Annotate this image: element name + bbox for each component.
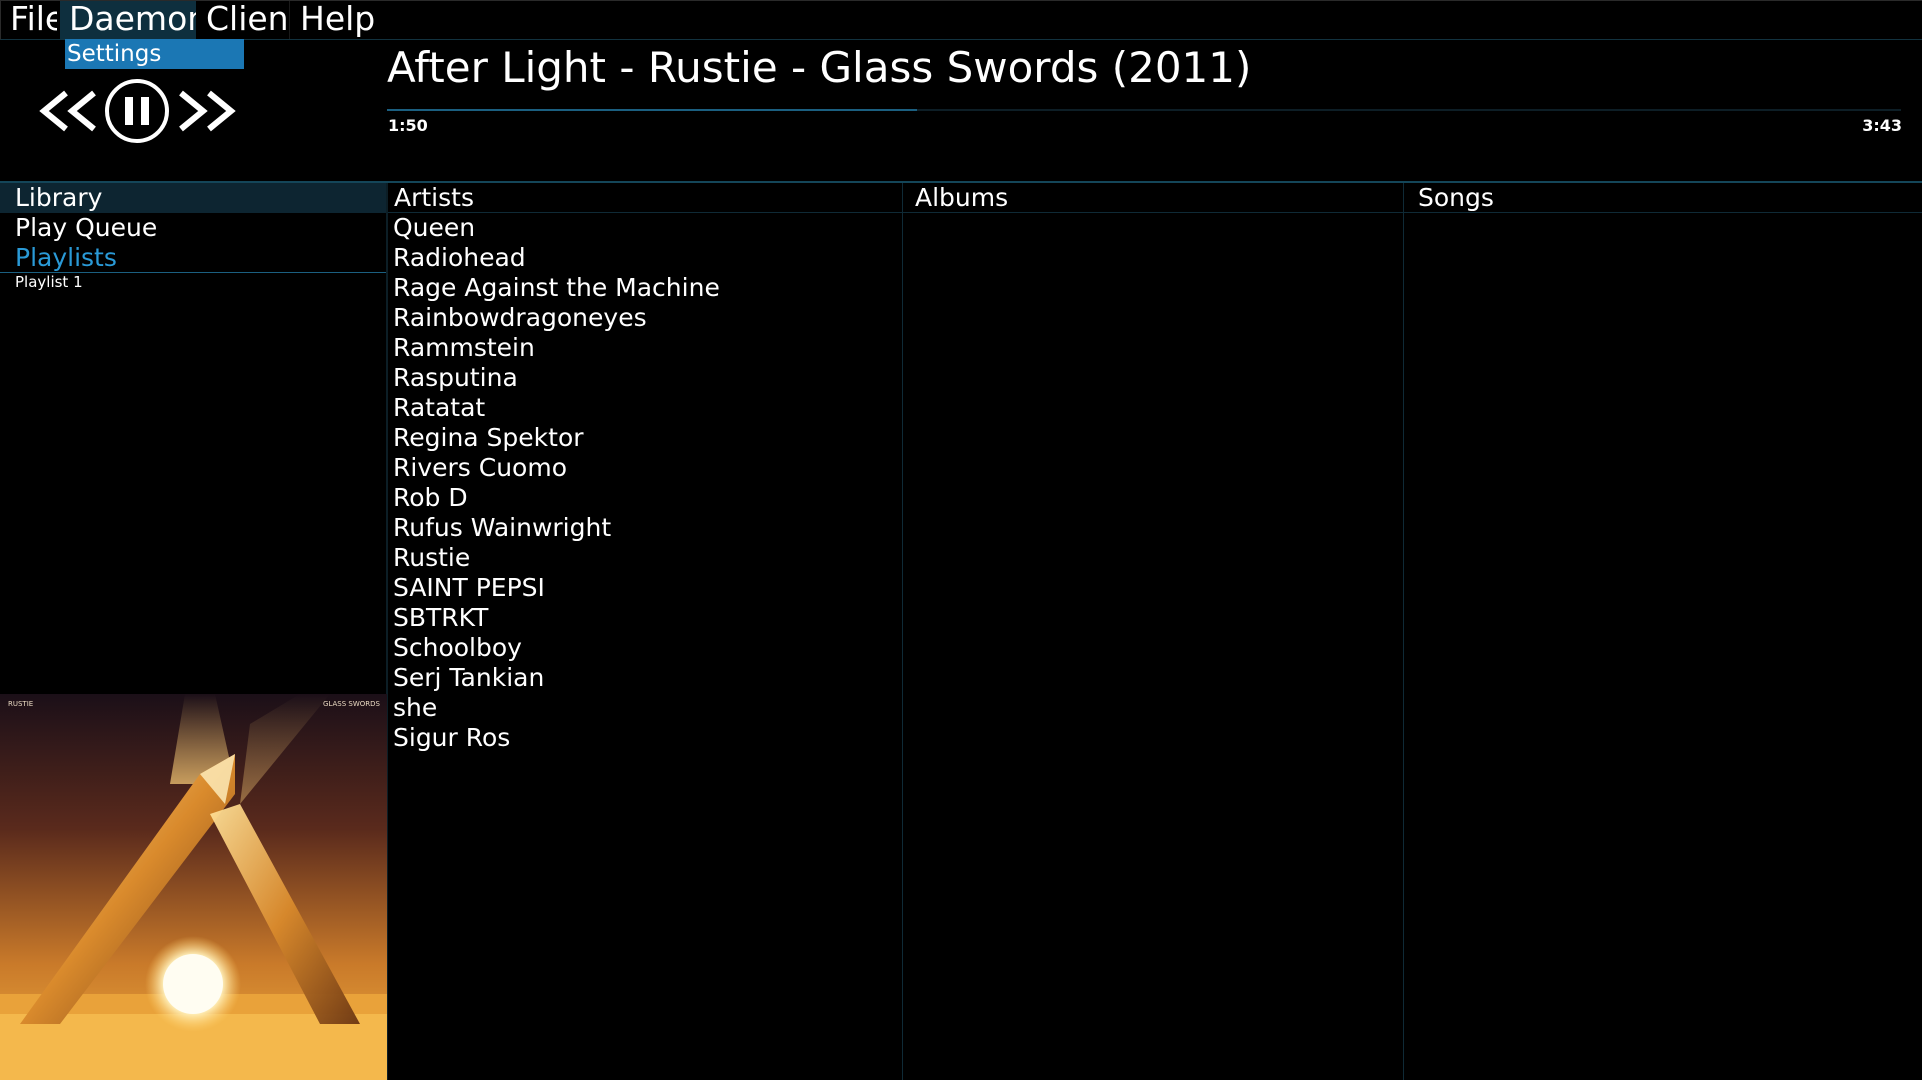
menu-bar: File Daemon Client Help bbox=[0, 0, 1922, 40]
album-art-artist-text: RUSTIE bbox=[8, 700, 33, 708]
artist-list-item[interactable]: Schoolboy bbox=[387, 633, 901, 663]
artists-list: Queen Radiohead Rage Against the Machine Ra… bbox=[387, 213, 901, 753]
menu-settings-item[interactable]: Settings bbox=[65, 39, 244, 69]
artist-list-item[interactable]: Queen bbox=[387, 213, 901, 243]
artist-list-item[interactable]: Rage Against the Machine bbox=[387, 273, 901, 303]
column-header-albums[interactable]: Albums bbox=[903, 183, 1403, 213]
artist-list-item[interactable]: SAINT PEPSI bbox=[387, 573, 901, 603]
album-art-album-text: GLASS SWORDS bbox=[323, 700, 381, 708]
column-separator bbox=[1403, 183, 1404, 1080]
menu-help[interactable]: Help bbox=[291, 1, 381, 39]
column-header-songs[interactable]: Songs bbox=[1404, 183, 1922, 213]
next-icon bbox=[179, 90, 236, 132]
artist-list-item[interactable]: Regina Spektor bbox=[387, 423, 901, 453]
pause-button[interactable] bbox=[105, 79, 169, 143]
artist-list-item[interactable]: Rainbowdragoneyes bbox=[387, 303, 901, 333]
next-button[interactable] bbox=[175, 87, 237, 135]
column-separator bbox=[902, 183, 903, 1080]
previous-icon bbox=[39, 90, 96, 132]
pause-icon bbox=[125, 97, 133, 125]
menu-file[interactable]: File bbox=[1, 1, 57, 39]
now-playing-title: After Light - Rustie - Glass Swords (201… bbox=[387, 43, 1252, 92]
menu-daemon[interactable]: Daemon bbox=[60, 1, 196, 39]
artist-list-item[interactable]: Sigur Ros bbox=[387, 723, 901, 753]
progress-bar[interactable] bbox=[387, 109, 1901, 111]
total-time: 3:43 bbox=[1862, 116, 1902, 135]
elapsed-time: 1:50 bbox=[388, 116, 428, 135]
artist-list-item[interactable]: she bbox=[387, 693, 901, 723]
artist-list-item[interactable]: Rasputina bbox=[387, 363, 901, 393]
artist-list-item[interactable]: Rufus Wainwright bbox=[387, 513, 901, 543]
album-cover-image: RUSTIE GLASS SWORDS bbox=[0, 694, 387, 1080]
artist-list-item[interactable]: Rivers Cuomo bbox=[387, 453, 901, 483]
artist-list-item[interactable]: Ratatat bbox=[387, 393, 901, 423]
progress-fill bbox=[387, 109, 917, 111]
menu-client[interactable]: Client bbox=[197, 1, 290, 39]
album-art: RUSTIE GLASS SWORDS bbox=[0, 694, 387, 1080]
sidebar-item-playlists[interactable]: Playlists bbox=[0, 243, 387, 273]
artist-list-item[interactable]: Rob D bbox=[387, 483, 901, 513]
artist-list-item[interactable]: SBTRKT bbox=[387, 603, 901, 633]
artist-list-item[interactable]: Serj Tankian bbox=[387, 663, 901, 693]
sidebar-item-play-queue[interactable]: Play Queue bbox=[0, 213, 387, 243]
artist-list-item[interactable]: Rustie bbox=[387, 543, 901, 573]
previous-button[interactable] bbox=[38, 87, 100, 135]
playlist-item[interactable]: Playlist 1 bbox=[0, 272, 387, 292]
artist-list-item[interactable]: Rammstein bbox=[387, 333, 901, 363]
artist-list-item[interactable]: Radiohead bbox=[387, 243, 901, 273]
sidebar-item-library[interactable]: Library bbox=[0, 183, 387, 213]
column-header-artists[interactable]: Artists bbox=[388, 183, 902, 213]
